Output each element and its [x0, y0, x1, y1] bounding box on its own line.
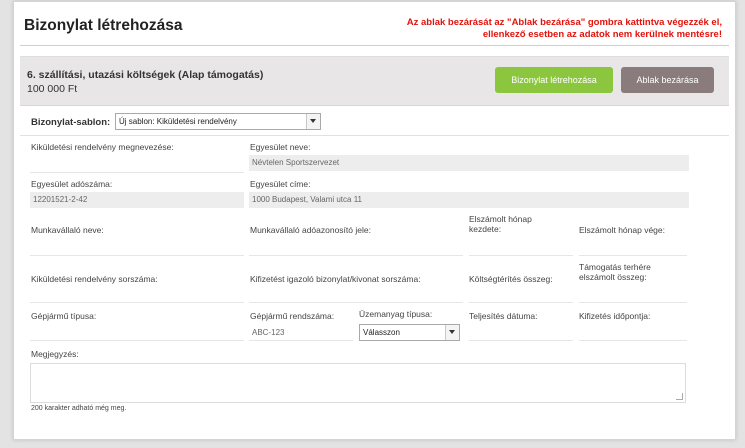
subsidy-amount-label-line2: elszámolt összeg:	[579, 272, 647, 282]
cost-category-band: 6. szállítási, utazási költségek (Alap t…	[20, 56, 729, 106]
payment-proof-number-label: Kifizetést igazoló bizonylat/kivonat sor…	[250, 274, 421, 284]
subsidy-amount-label-line1: Támogatás terhére	[579, 262, 651, 272]
vehicle-type-field[interactable]	[30, 340, 244, 341]
completion-date-field[interactable]	[469, 340, 573, 341]
vehicle-type-label: Gépjármű típusa:	[31, 311, 97, 321]
period-start-label: Elszámolt hónap kezdete:	[469, 214, 532, 234]
close-warning-line2: ellenkező esetben az adatok nem kerülnek…	[482, 29, 722, 40]
notes-label: Megjegyzés:	[31, 349, 79, 359]
completion-date-label: Teljesítés dátuma:	[469, 311, 538, 321]
subsidy-amount-label: Támogatás terhére elszámolt összeg:	[579, 262, 651, 282]
cost-category-title: 6. szállítási, utazási költségek (Alap t…	[27, 69, 264, 81]
fuel-type-label: Üzemanyag típusa:	[359, 309, 433, 319]
create-document-button[interactable]: Bizonylat létrehozása	[495, 67, 613, 93]
close-warning-line1: Az ablak bezárását az "Ablak bezárása" g…	[406, 17, 722, 28]
license-plate-field[interactable]: ABC-123	[252, 328, 284, 338]
page-title: Bizonylat létrehozása	[24, 17, 183, 34]
fuel-type-select[interactable]: Válasszon	[359, 324, 460, 341]
club-tax-number-label: Egyesület adószáma:	[31, 179, 113, 189]
close-window-button[interactable]: Ablak bezárása	[621, 67, 714, 93]
dialog-panel: Bizonylat létrehozása Az ablak bezárását…	[13, 1, 736, 440]
mission-order-name-label: Kiküldetési rendelvény megnevezése:	[31, 142, 174, 152]
period-start-label-line1: Elszámolt hónap	[469, 214, 532, 224]
employee-name-field[interactable]	[30, 255, 244, 256]
template-divider	[20, 135, 729, 136]
chevron-down-icon	[445, 325, 459, 340]
mission-order-number-label: Kiküldetési rendelvény sorszáma:	[31, 274, 158, 284]
period-start-field[interactable]	[469, 255, 573, 256]
license-plate-label: Gépjármű rendszáma:	[250, 311, 335, 321]
payment-proof-number-field[interactable]	[249, 302, 463, 303]
payment-date-label: Kifizetés időpontja:	[579, 311, 651, 321]
period-end-label: Elszámolt hónap vége:	[579, 225, 665, 235]
reimbursement-amount-field[interactable]	[469, 302, 573, 303]
template-label: Bizonylat-sablon:	[31, 117, 111, 128]
license-plate-underline	[249, 340, 353, 341]
period-end-field[interactable]	[579, 255, 687, 256]
template-select-value: Új sablon: Kiküldetési rendelvény	[119, 117, 237, 126]
payment-date-field[interactable]	[579, 340, 687, 341]
club-address-field: 1000 Budapest, Valami utca 11	[249, 192, 689, 208]
header-divider	[20, 45, 729, 46]
fuel-type-select-value: Válasszon	[363, 328, 400, 337]
club-tax-number-field: 12201521-2-42	[30, 192, 244, 208]
mission-order-name-field[interactable]	[30, 172, 244, 173]
cost-category-amount: 100 000 Ft	[27, 83, 78, 95]
period-start-label-line2: kezdete:	[469, 224, 502, 234]
close-warning: Az ablak bezárását az "Ablak bezárása" g…	[377, 17, 722, 41]
mission-order-number-field[interactable]	[30, 302, 244, 303]
club-name-field: Névtelen Sportszervezet	[249, 155, 689, 171]
reimbursement-amount-label: Költségtérítés összeg:	[469, 274, 553, 284]
notes-textarea[interactable]	[30, 363, 686, 403]
club-name-label: Egyesület neve:	[250, 142, 311, 152]
chevron-down-icon	[306, 114, 320, 129]
employee-tax-id-label: Munkavállaló adóazonosító jele:	[250, 225, 371, 235]
club-address-label: Egyesület címe:	[250, 179, 311, 189]
notes-remaining-chars: 200 karakter adható még meg.	[31, 405, 127, 412]
template-select[interactable]: Új sablon: Kiküldetési rendelvény	[115, 113, 321, 130]
employee-name-label: Munkavállaló neve:	[31, 225, 104, 235]
employee-tax-id-field[interactable]	[249, 255, 463, 256]
subsidy-amount-field[interactable]	[579, 302, 687, 303]
resize-handle-icon[interactable]	[676, 393, 683, 400]
